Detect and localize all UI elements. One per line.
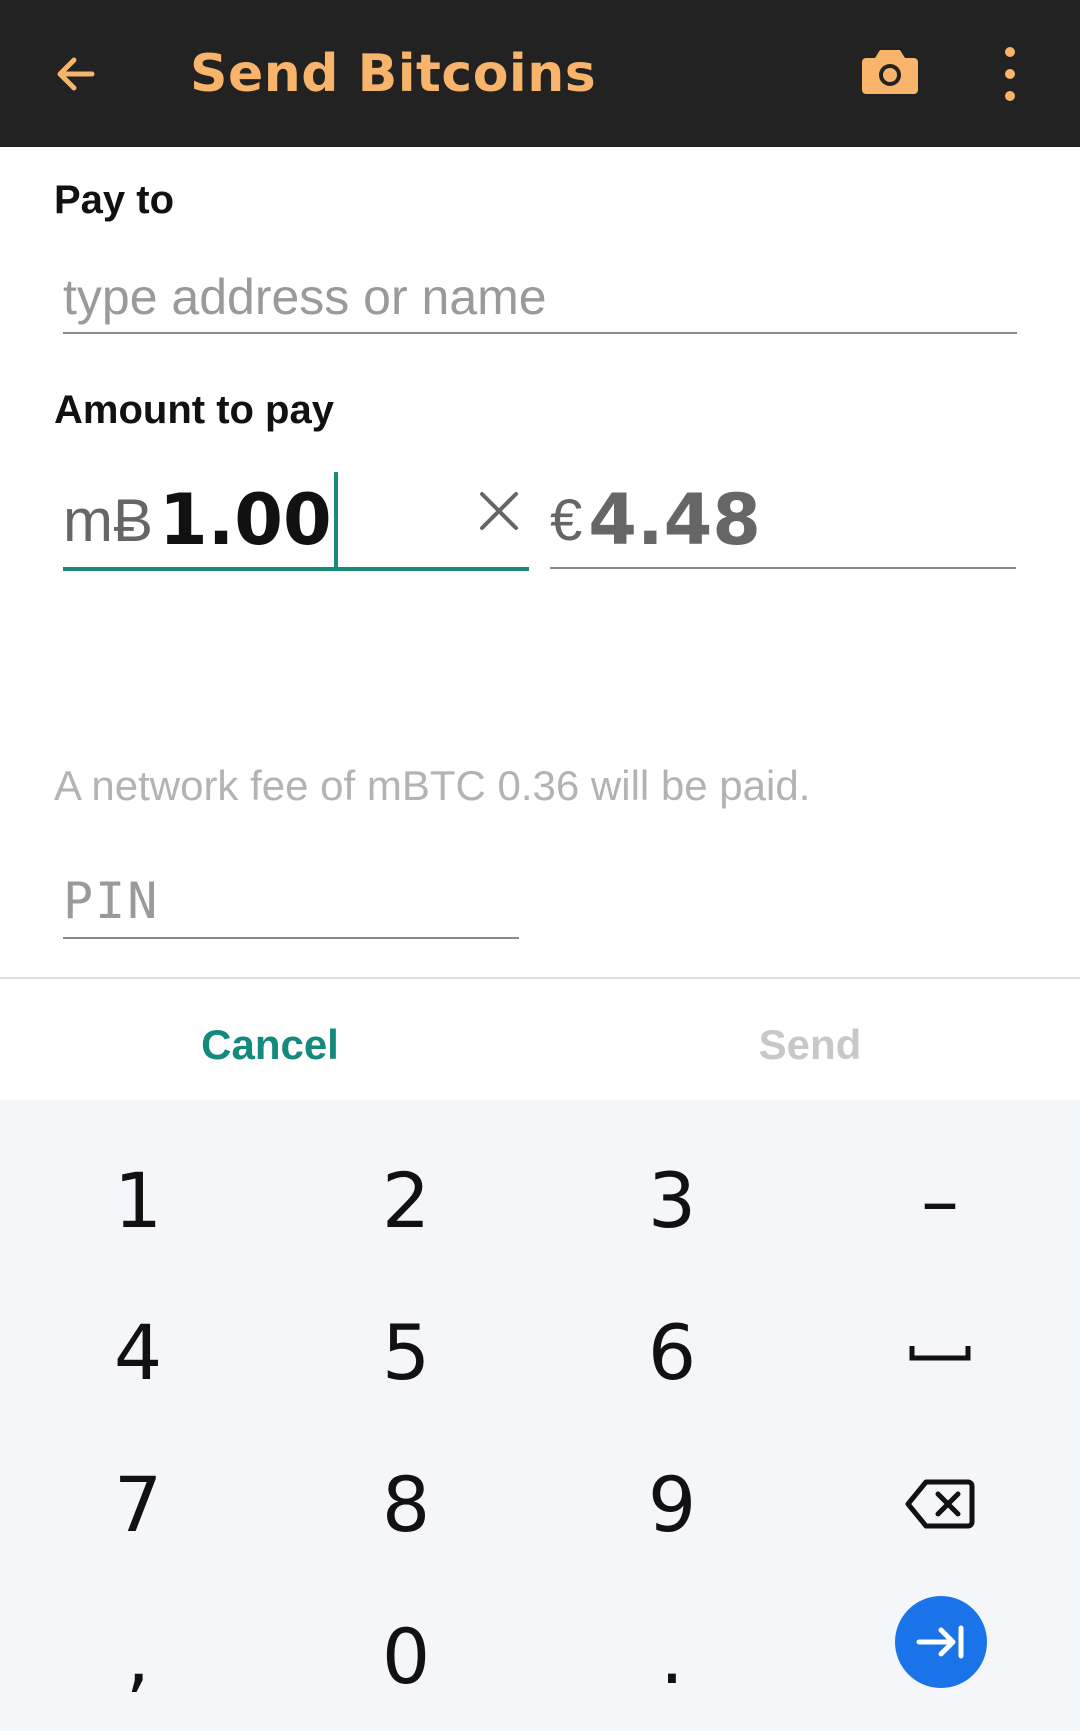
key-6[interactable]: 6: [572, 1292, 772, 1412]
cancel-button[interactable]: Cancel: [150, 1010, 390, 1080]
key-space[interactable]: [840, 1292, 1040, 1412]
key-dash[interactable]: –: [840, 1140, 1040, 1260]
pin-underline: [63, 937, 519, 939]
key-2[interactable]: 2: [306, 1140, 506, 1260]
arrow-left-icon: [57, 57, 95, 91]
key-comma[interactable]: ,: [38, 1596, 238, 1716]
amount-label: Amount to pay: [54, 388, 334, 432]
pay-to-input[interactable]: type address or name: [63, 262, 1017, 332]
key-backspace[interactable]: [840, 1444, 1040, 1564]
text-cursor: [333, 472, 338, 568]
more-vert-icon: [1005, 47, 1015, 101]
page-title: Send Bitcoins: [190, 44, 597, 104]
pay-to-underline: [63, 332, 1017, 334]
back-button[interactable]: [40, 38, 112, 110]
fiat-currency: €: [550, 487, 583, 553]
key-4[interactable]: 4: [38, 1292, 238, 1412]
key-7[interactable]: 7: [38, 1444, 238, 1564]
key-period[interactable]: .: [572, 1596, 772, 1716]
fiat-amount-field[interactable]: € 4.48: [550, 475, 1016, 565]
key-1[interactable]: 1: [38, 1140, 238, 1260]
key-8[interactable]: 8: [306, 1444, 506, 1564]
enter-icon: [916, 1625, 964, 1659]
pay-to-label: Pay to: [54, 178, 175, 222]
key-5[interactable]: 5: [306, 1292, 506, 1412]
fiat-amount-underline: [550, 567, 1016, 569]
send-button[interactable]: Send: [690, 1010, 930, 1080]
btc-currency: mɃ: [63, 486, 153, 554]
btc-amount-field[interactable]: mɃ 1.00: [63, 472, 529, 568]
network-fee-text: A network fee of mBTC 0.36 will be paid.: [54, 762, 811, 809]
pin-input[interactable]: PIN: [63, 866, 519, 936]
camera-icon: [862, 50, 918, 94]
btc-amount-value: 1.00: [159, 479, 332, 561]
backspace-icon: [905, 1479, 975, 1529]
enter-button[interactable]: [895, 1596, 987, 1688]
space-icon: [909, 1346, 971, 1361]
key-9[interactable]: 9: [572, 1444, 772, 1564]
button-divider: [0, 977, 1080, 979]
key-3[interactable]: 3: [572, 1140, 772, 1260]
more-options-button[interactable]: [990, 44, 1030, 106]
times-icon: [474, 486, 524, 536]
key-0[interactable]: 0: [306, 1596, 506, 1716]
fiat-amount-value: 4.48: [588, 479, 761, 561]
app-bar: Send Bitcoins: [0, 0, 1080, 147]
camera-button[interactable]: [858, 40, 922, 104]
btc-amount-underline: [63, 567, 529, 571]
